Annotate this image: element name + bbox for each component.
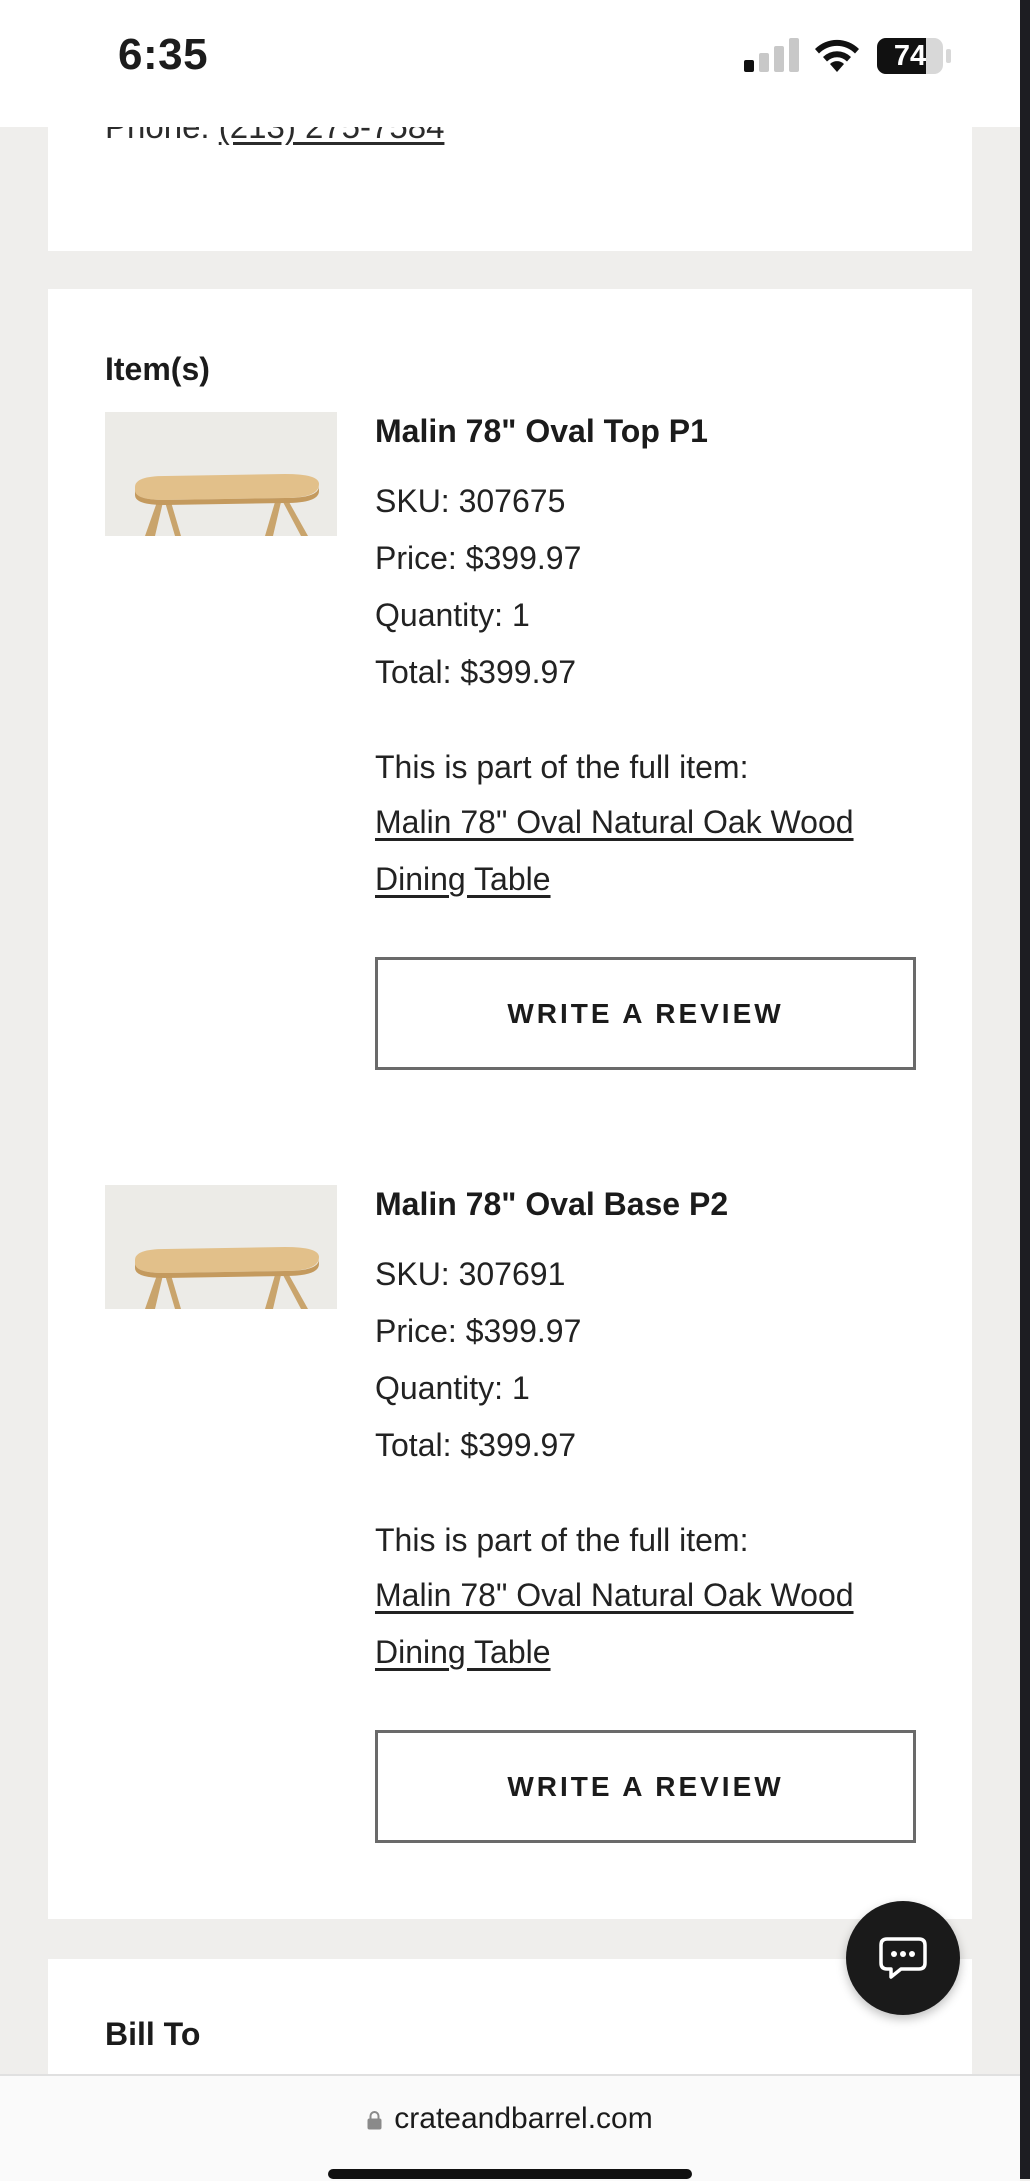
chat-button[interactable] bbox=[846, 1901, 960, 2015]
status-bar: 6:35 74 bbox=[0, 0, 1020, 127]
product-sku: SKU: 307675 bbox=[375, 483, 566, 519]
product-image[interactable] bbox=[105, 412, 337, 536]
write-review-button[interactable]: WRITE A REVIEW bbox=[375, 1730, 916, 1843]
bill-to-title: Bill To bbox=[105, 2016, 201, 2052]
oval-table-image bbox=[105, 1185, 337, 1309]
screen-edge bbox=[1020, 0, 1030, 2179]
status-time: 6:35 bbox=[118, 30, 209, 79]
items-card: Item(s) Malin 78" Oval Top P1 SKU: 30767… bbox=[48, 289, 972, 1919]
part-of-label: This is part of the full item: bbox=[375, 749, 749, 785]
write-review-button[interactable]: WRITE A REVIEW bbox=[375, 957, 916, 1070]
product-price: Price: $399.97 bbox=[375, 1313, 582, 1349]
lock-icon bbox=[367, 2111, 382, 2130]
product-image[interactable] bbox=[105, 1185, 337, 1309]
items-section-title: Item(s) bbox=[105, 351, 210, 387]
product-quantity: Quantity: 1 bbox=[375, 1370, 530, 1406]
product-sku: SKU: 307691 bbox=[375, 1256, 566, 1292]
product-name: Malin 78" Oval Top P1 bbox=[375, 413, 708, 449]
full-item-link[interactable]: Malin 78" Oval Natural Oak Wood Dining T… bbox=[375, 794, 935, 908]
url-display[interactable]: crateandbarrel.com bbox=[0, 2102, 1020, 2136]
full-item-link[interactable]: Malin 78" Oval Natural Oak Wood Dining T… bbox=[375, 1567, 935, 1681]
battery-percent: 74 bbox=[893, 40, 927, 72]
product-total: Total: $399.97 bbox=[375, 654, 577, 690]
oval-table-image bbox=[105, 412, 337, 536]
browser-address-bar[interactable]: crateandbarrel.com bbox=[0, 2074, 1020, 2181]
wifi-icon bbox=[815, 39, 859, 72]
home-indicator[interactable] bbox=[328, 2169, 692, 2179]
chat-bubble-icon bbox=[879, 1937, 927, 1979]
product-total: Total: $399.97 bbox=[375, 1427, 577, 1463]
product-name: Malin 78" Oval Base P2 bbox=[375, 1186, 729, 1222]
part-of-label: This is part of the full item: bbox=[375, 1522, 749, 1558]
url-text: crateandbarrel.com bbox=[394, 2102, 653, 2135]
product-quantity: Quantity: 1 bbox=[375, 597, 530, 633]
product-price: Price: $399.97 bbox=[375, 540, 582, 576]
cellular-signal-icon bbox=[744, 38, 799, 72]
